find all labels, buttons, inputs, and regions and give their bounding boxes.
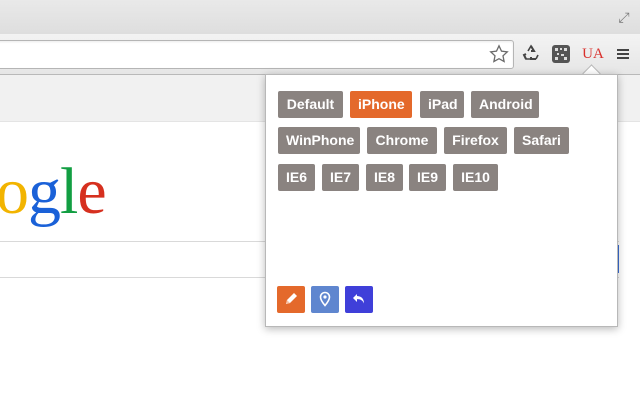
address-bar[interactable] bbox=[0, 40, 514, 69]
recycle-extension-icon[interactable] bbox=[519, 42, 543, 66]
ua-button-android[interactable]: Android bbox=[471, 91, 539, 118]
logo-letter: e bbox=[77, 155, 106, 228]
google-logo: ogle bbox=[0, 152, 107, 232]
ua-button-ie9[interactable]: IE9 bbox=[409, 164, 446, 191]
logo-letter: l bbox=[60, 155, 78, 228]
ua-button-ie7[interactable]: IE7 bbox=[322, 164, 359, 191]
ua-button-winphone[interactable]: WinPhone bbox=[278, 127, 360, 154]
ua-button-ipad[interactable]: iPad bbox=[420, 91, 464, 118]
undo-arrow-icon bbox=[353, 294, 364, 304]
map-pin-icon bbox=[319, 291, 331, 307]
chrome-menu-icon[interactable] bbox=[613, 42, 637, 66]
edit-button[interactable] bbox=[277, 286, 305, 313]
ua-button-ie10[interactable]: IE10 bbox=[453, 164, 498, 191]
window-titlebar: ⤢ bbox=[0, 0, 640, 34]
logo-letter: g bbox=[28, 155, 61, 228]
ua-button-ie6[interactable]: IE6 bbox=[278, 164, 315, 191]
pencil-icon bbox=[286, 293, 297, 304]
fullscreen-icon[interactable]: ⤢ bbox=[616, 9, 632, 25]
ua-button-chrome[interactable]: Chrome bbox=[367, 127, 437, 154]
reset-button[interactable] bbox=[345, 286, 373, 313]
qr-code-extension-icon[interactable] bbox=[549, 42, 573, 66]
ua-button-safari[interactable]: Safari bbox=[514, 127, 569, 154]
location-button[interactable] bbox=[311, 286, 339, 313]
browser-toolbar: UA bbox=[0, 34, 640, 75]
ua-button-default[interactable]: Default bbox=[278, 91, 343, 118]
logo-letter: o bbox=[0, 155, 29, 228]
bookmark-star-icon[interactable] bbox=[489, 44, 509, 64]
ua-popup: Default iPhone iPad Android WinPhone Chr… bbox=[265, 74, 618, 327]
ua-button-ie8[interactable]: IE8 bbox=[366, 164, 403, 191]
ua-button-firefox[interactable]: Firefox bbox=[444, 127, 507, 154]
ua-button-iphone[interactable]: iPhone bbox=[350, 91, 412, 118]
ua-switcher-extension-icon[interactable]: UA bbox=[581, 42, 605, 66]
